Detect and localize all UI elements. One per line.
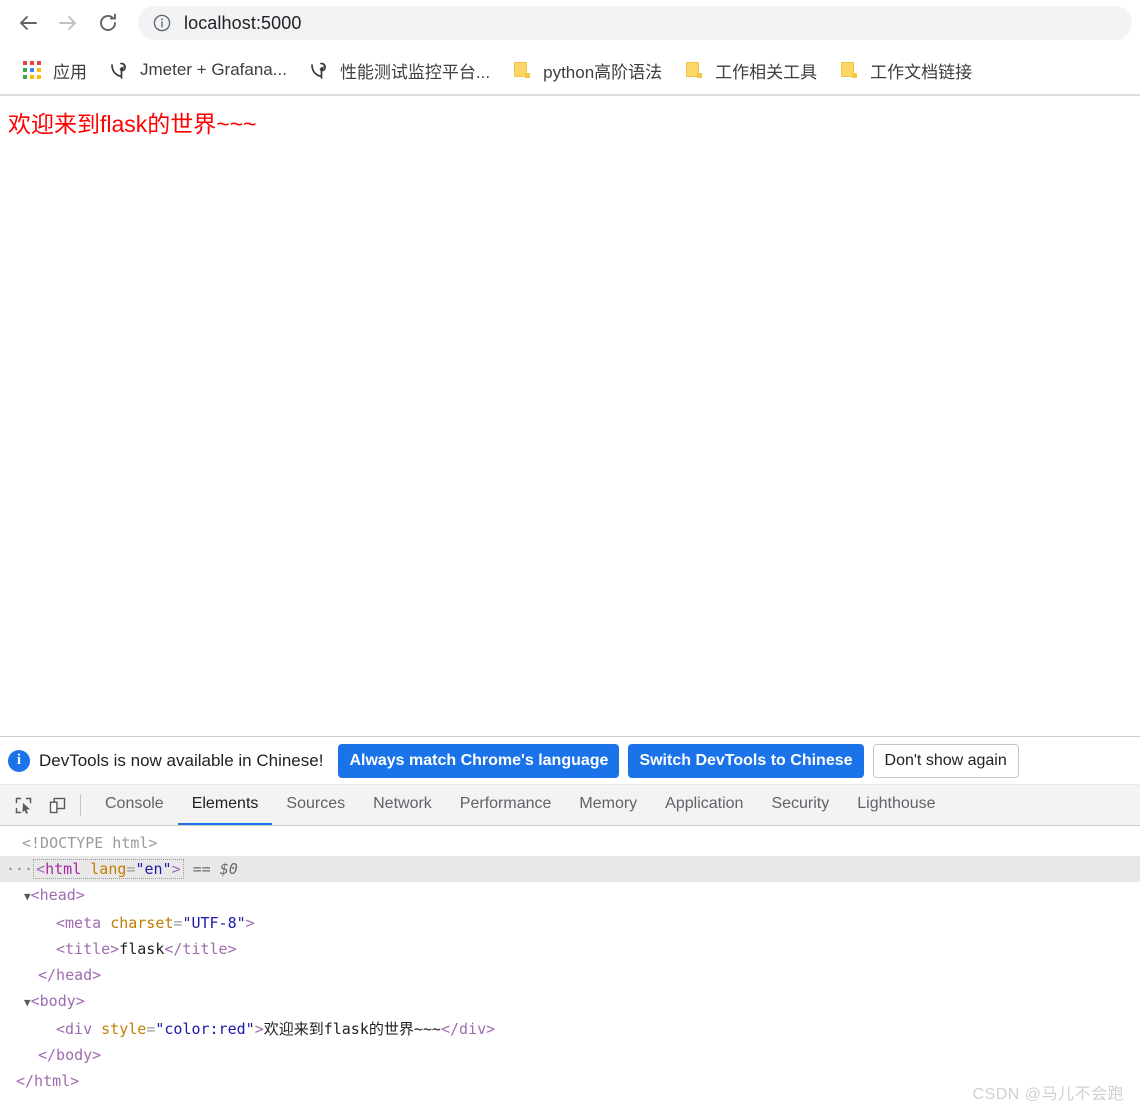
dom-row[interactable]: <meta charset="UTF-8"> — [0, 910, 1140, 936]
back-arrow-icon — [20, 16, 37, 30]
meta-attr-name: charset — [110, 914, 174, 932]
bookmark-apps[interactable]: 应用 — [10, 52, 97, 88]
tab-security[interactable]: Security — [757, 785, 843, 825]
tab-sources[interactable]: Sources — [272, 785, 359, 825]
doctype-text: <!DOCTYPE html> — [22, 834, 158, 852]
apps-grid-icon — [20, 58, 44, 82]
expand-triangle-icon[interactable]: ▼ — [24, 996, 31, 1009]
bookmark-folder-work-docs[interactable]: 工作文档链接 — [827, 52, 982, 88]
meta-tag-close: > — [245, 914, 255, 932]
head-close-tag: </head> — [38, 966, 102, 984]
bookmark-perf-monitor-platform[interactable]: 性能测试监控平台... — [297, 52, 500, 88]
html-tag-open: < — [36, 860, 46, 878]
page-heading: 欢迎来到flask的世界~~~ — [8, 111, 257, 137]
devtools-tabbar: Console Elements Sources Network Perform… — [0, 785, 1140, 826]
reload-button[interactable] — [88, 3, 128, 43]
devtools-panel: i DevTools is now available in Chinese! … — [0, 736, 1140, 1112]
dom-row[interactable]: </body> — [0, 1042, 1140, 1068]
html-attr-name: lang — [90, 860, 127, 878]
bookmark-label: 工作文档链接 — [870, 62, 973, 82]
dom-row[interactable]: <!DOCTYPE html> — [0, 830, 1140, 856]
browser-toolbar: localhost:5000 — [0, 0, 1140, 46]
bookmark-folder-work-tools[interactable]: 工作相关工具 — [672, 52, 827, 88]
switch-devtools-to-chinese-button[interactable]: Switch DevTools to Chinese — [628, 743, 864, 778]
folder-icon — [682, 58, 706, 82]
html-tag-name: html — [45, 860, 82, 878]
devtools-language-banner: i DevTools is now available in Chinese! … — [0, 737, 1140, 785]
tab-memory[interactable]: Memory — [565, 785, 651, 825]
bookmark-label: 工作相关工具 — [715, 62, 818, 82]
html-attr-value: "en" — [135, 860, 172, 878]
info-icon: i — [8, 749, 30, 772]
html-tag-close: > — [171, 860, 181, 878]
bookmark-label: python高阶语法 — [543, 62, 663, 82]
page-viewport: 欢迎来到flask的世界~~~ — [0, 96, 1140, 736]
meta-attr-value: "UTF-8" — [182, 914, 246, 932]
tab-performance[interactable]: Performance — [446, 785, 566, 825]
bookmark-label: 应用 — [53, 62, 87, 82]
info-circle-icon[interactable] — [152, 13, 172, 33]
body-close-tag: </body> — [38, 1046, 102, 1064]
tab-lighthouse[interactable]: Lighthouse — [843, 785, 949, 825]
html-close-tag: </html> — [16, 1072, 80, 1090]
title-open-tag: <title> — [56, 940, 120, 958]
div-close-tag: </div> — [440, 1020, 496, 1038]
tab-console[interactable]: Console — [91, 785, 178, 825]
tab-network[interactable]: Network — [359, 785, 446, 825]
expand-triangle-icon[interactable]: ▼ — [24, 890, 31, 903]
dom-row[interactable]: ▼<body> — [0, 988, 1140, 1016]
dom-row[interactable]: <title>flask</title> — [0, 936, 1140, 962]
tab-application[interactable]: Application — [651, 785, 757, 825]
tab-elements[interactable]: Elements — [177, 785, 273, 825]
dom-row[interactable]: <div style="color:red">欢迎来到flask的世界~~~</… — [0, 1016, 1140, 1042]
device-toolbar-icon — [49, 797, 65, 813]
address-bar[interactable]: localhost:5000 — [138, 6, 1132, 40]
reload-icon — [100, 13, 116, 31]
banner-message: DevTools is now available in Chinese! — [39, 750, 324, 770]
div-gt: > — [254, 1020, 264, 1038]
bookmarks-bar: 应用 Jmeter + Grafana... 性能测试监控平台... pytho… — [0, 46, 1140, 96]
meta-tag-open: <meta — [56, 914, 102, 932]
title-text: flask — [119, 940, 165, 958]
body-open-tag: <body> — [30, 992, 85, 1010]
dom-row[interactable]: ··· <html lang="en"> == $0 — [0, 856, 1140, 882]
selected-node-marker: == $0 — [192, 860, 238, 878]
bookmark-label: Jmeter + Grafana... — [140, 60, 287, 79]
dom-row[interactable]: ▼<head> — [0, 882, 1140, 910]
url-text: localhost:5000 — [184, 12, 302, 33]
inspect-element-icon — [15, 797, 31, 814]
always-match-chrome-language-button[interactable]: Always match Chrome's language — [338, 743, 620, 778]
folder-icon — [510, 58, 534, 82]
bookmark-folder-python[interactable]: python高阶语法 — [500, 52, 672, 88]
bookmark-label: 性能测试监控平台... — [339, 62, 491, 82]
back-button[interactable] — [8, 3, 48, 43]
div-attr-value: "color:red" — [155, 1020, 255, 1038]
forward-button[interactable] — [48, 3, 88, 43]
dom-tree[interactable]: <!DOCTYPE html> ··· <html lang="en"> == $… — [0, 826, 1140, 1112]
bookmark-jmeter-grafana[interactable]: Jmeter + Grafana... — [97, 52, 297, 88]
div-text-node: 欢迎来到flask的世界~~~ — [263, 1020, 441, 1038]
expand-ellipsis[interactable]: ··· — [6, 860, 33, 878]
jmeter-icon — [307, 58, 331, 82]
toolbar-divider — [80, 794, 81, 816]
dom-row[interactable]: </html> — [0, 1068, 1140, 1094]
device-toolbar-button[interactable] — [40, 785, 74, 825]
dom-row[interactable]: </head> — [0, 962, 1140, 988]
div-tag-open: <div — [56, 1020, 93, 1038]
head-open-tag: <head> — [30, 886, 85, 904]
dont-show-again-button[interactable]: Don't show again — [872, 743, 1019, 778]
forward-arrow-icon — [59, 16, 76, 30]
inspect-element-button[interactable] — [6, 785, 40, 825]
title-close-tag: </title> — [164, 940, 237, 958]
folder-icon — [837, 58, 861, 82]
jmeter-icon — [107, 58, 131, 82]
watermark: CSDN @马儿不会跑 — [972, 1086, 1124, 1103]
div-attr-name: style — [101, 1020, 147, 1038]
